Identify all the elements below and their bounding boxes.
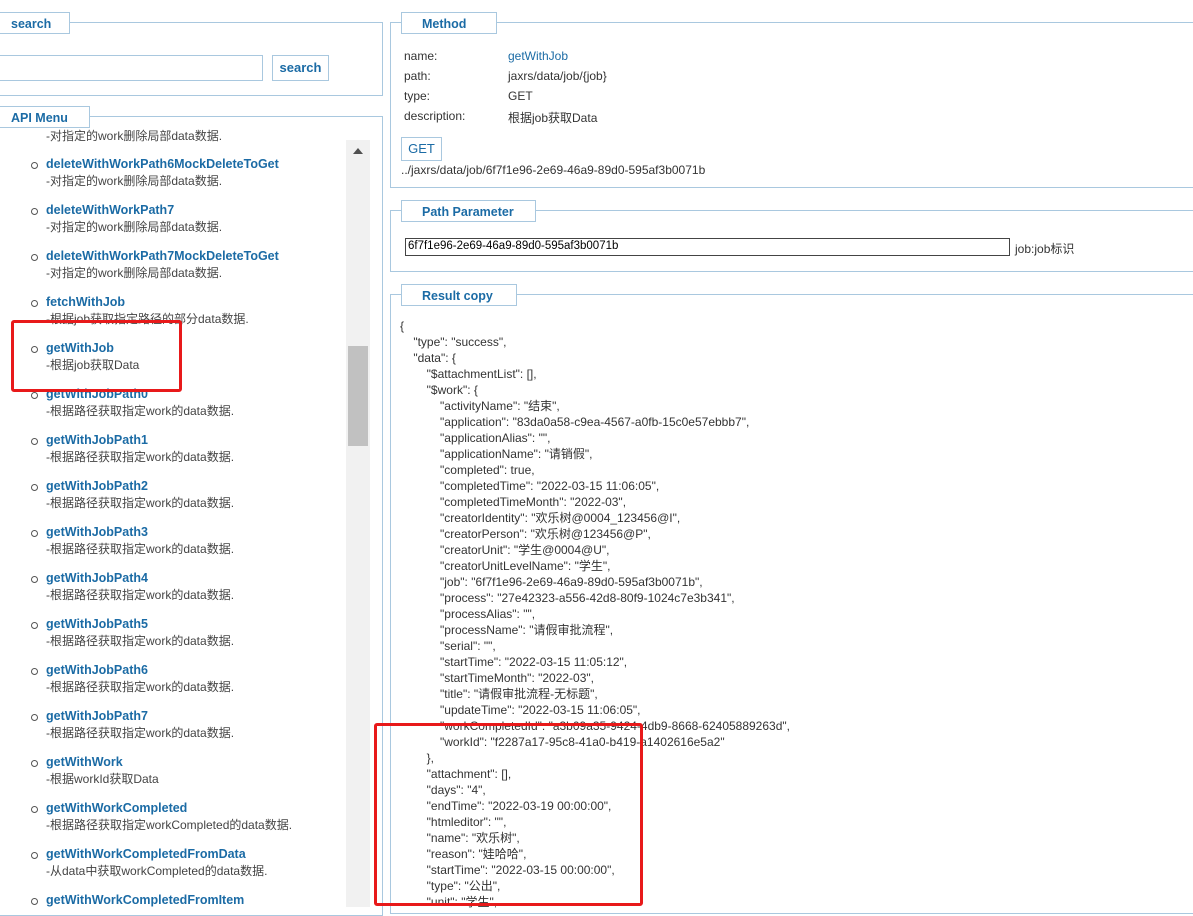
bullet-icon (31, 392, 38, 399)
menu-item[interactable]: getWithJobPath5 -根据路径获取指定work的data数据. (31, 616, 346, 650)
menu-item-desc: -根据路径获取指定work的data数据. (46, 588, 235, 602)
menu-item[interactable]: getWithJobPath4 -根据路径获取指定work的data数据. (31, 570, 346, 604)
menu-item-desc: -对指定的work删除局部data数据. (46, 174, 223, 188)
job-param-label: job:job标识 (1015, 242, 1075, 256)
job-input[interactable]: 6f7f1e96-2e69-46a9-89d0-595af3b0071b (405, 238, 1010, 256)
menu-item-desc: -根据路径获取指定work的data数据. (46, 450, 235, 464)
search-legend: search (0, 12, 70, 34)
menu-item[interactable]: getWithWorkCompletedFromData -从data中获取wo… (31, 846, 346, 880)
bullet-icon (31, 438, 38, 445)
menu-item-name[interactable]: getWithWorkCompletedFromData (46, 846, 346, 863)
menu-item-name[interactable]: getWithJobPath1 (46, 432, 346, 449)
menu-item-desc: -对指定的work删除局部data数据. (46, 220, 223, 234)
bullet-icon (31, 484, 38, 491)
menu-item-desc: -根据路径获取指定work的data数据. (46, 404, 235, 418)
menu-item-desc: -根据workId获取Data (46, 772, 159, 786)
menu-item-desc: -根据路径获取指定work的data数据. (46, 680, 235, 694)
request-url: ../jaxrs/data/job/6f7f1e96-2e69-46a9-89d… (401, 163, 706, 177)
menu-item-name[interactable]: fetchWithJob (46, 294, 346, 311)
menu-scrollbar[interactable] (346, 140, 370, 907)
highlight-box-result (374, 723, 643, 906)
menu-item-name[interactable]: deleteWithWorkPath7 (46, 202, 346, 219)
scroll-thumb[interactable] (348, 346, 368, 446)
menu-item[interactable]: getWithJobPath7 -根据路径获取指定work的data数据. (31, 708, 346, 742)
menu-item[interactable]: getWithJobPath2 -根据路径获取指定work的data数据. (31, 478, 346, 512)
bullet-icon (31, 300, 38, 307)
bullet-icon (31, 254, 38, 261)
method-type-label: type: (404, 89, 431, 103)
menu-item[interactable]: getWithJobPath6 -根据路径获取指定work的data数据. (31, 662, 346, 696)
bullet-icon (31, 530, 38, 537)
menu-item-desc: -对指定的work删除局部data数据. (46, 266, 223, 280)
bullet-icon (31, 622, 38, 629)
result-legend: Result copy (401, 284, 517, 306)
bullet-icon (31, 714, 38, 721)
menu-item[interactable]: deleteWithWorkPath7MockDeleteToGet -对指定的… (31, 248, 346, 282)
menu-item-name[interactable]: getWithJobPath7 (46, 708, 346, 725)
method-path-value: jaxrs/data/job/{job} (508, 69, 607, 83)
menu-item-name[interactable]: deleteWithWorkPath6MockDeleteToGet (46, 156, 346, 173)
menu-item[interactable]: getWithJobPath3 -根据路径获取指定work的data数据. (31, 524, 346, 558)
bullet-icon (31, 668, 38, 675)
menu-item[interactable]: getWithWorkCompletedFromItem (31, 892, 346, 907)
bullet-icon (31, 806, 38, 813)
menu-item[interactable]: getWithWork -根据workId获取Data (31, 754, 346, 788)
menu-item-desc: -根据路径获取指定work的data数据. (46, 634, 235, 648)
menu-item-desc: -根据路径获取指定work的data数据. (46, 542, 235, 556)
method-path-label: path: (404, 69, 431, 83)
menu-item-desc: -根据路径获取指定work的data数据. (46, 496, 235, 510)
menu-item[interactable]: getWithJobPath1 -根据路径获取指定work的data数据. (31, 432, 346, 466)
highlight-box-menu-item (11, 320, 182, 392)
bullet-icon (31, 760, 38, 767)
bullet-icon (31, 852, 38, 859)
scroll-up-icon[interactable] (353, 148, 363, 154)
method-legend: Method (401, 12, 497, 34)
bullet-icon (31, 898, 38, 905)
method-name-value: getWithJob (508, 49, 569, 63)
menu-item-desc: -根据路径获取指定workCompleted的data数据. (46, 818, 293, 832)
get-button[interactable]: GET (401, 137, 442, 161)
method-description-value: 根据job获取Data (508, 111, 598, 125)
method-description-label: description: (404, 109, 466, 123)
menu-item-name[interactable]: getWithJobPath6 (46, 662, 346, 679)
method-name-label: name: (404, 49, 438, 63)
menu-partial-desc: -对指定的work删除局部data数据. (46, 129, 223, 143)
menu-item-desc: -从data中获取workCompleted的data数据. (46, 864, 268, 878)
menu-item[interactable]: getWithWorkCompleted -根据路径获取指定workComple… (31, 800, 346, 834)
menu-item-name[interactable]: getWithJobPath2 (46, 478, 346, 495)
bullet-icon (31, 576, 38, 583)
menu-item-name[interactable]: getWithJobPath5 (46, 616, 346, 633)
menu-item-name[interactable]: getWithWorkCompleted (46, 800, 346, 817)
menu-item-name[interactable]: getWithWorkCompletedFromItem (46, 892, 346, 907)
menu-item-desc: -根据路径获取指定work的data数据. (46, 726, 235, 740)
method-type-value: GET (508, 89, 533, 103)
path-parameter-legend: Path Parameter (401, 200, 536, 222)
menu-item[interactable]: deleteWithWorkPath7 -对指定的work删除局部data数据. (31, 202, 346, 236)
menu-item-name[interactable]: deleteWithWorkPath7MockDeleteToGet (46, 248, 346, 265)
menu-item-name[interactable]: getWithJobPath4 (46, 570, 346, 587)
api-menu-legend: API Menu (0, 106, 90, 128)
bullet-icon (31, 208, 38, 215)
bullet-icon (31, 162, 38, 169)
menu-item-name[interactable]: getWithJobPath3 (46, 524, 346, 541)
api-menu-list: -对指定的work删除局部data数据. deleteWithWorkPath6… (0, 128, 346, 907)
search-input[interactable] (0, 55, 263, 81)
search-button[interactable]: search (272, 55, 329, 81)
menu-item-name[interactable]: getWithWork (46, 754, 346, 771)
menu-item[interactable]: deleteWithWorkPath6MockDeleteToGet -对指定的… (31, 156, 346, 190)
